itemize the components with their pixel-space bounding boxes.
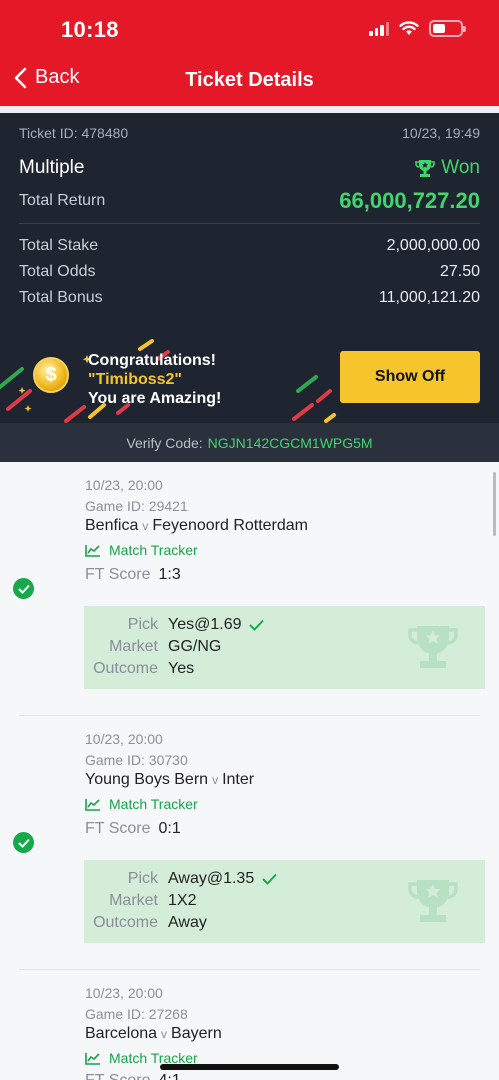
game-id: Game ID: 27268 [85, 1006, 188, 1022]
ft-score: FT Score 1:3 [85, 566, 181, 584]
games-list: 10/23, 20:00 Game ID: 29421 Benfica v Feye… [0, 462, 499, 1080]
trophy-watermark-icon [408, 880, 458, 922]
market-label: Market [109, 892, 158, 909]
divider [19, 223, 480, 224]
trophy-icon [415, 159, 436, 177]
away-team: Feyenoord Rotterdam [152, 517, 309, 534]
page-title: Ticket Details [185, 69, 314, 91]
outcome-value: Away [168, 914, 207, 931]
won-badge: Won [415, 157, 480, 179]
total-odds-value: 27.50 [439, 263, 480, 280]
game-teams: Young Boys Bern v Inter [85, 771, 254, 789]
bet-type: Multiple [19, 157, 85, 178]
home-indicator[interactable] [160, 1064, 339, 1070]
total-return-label: Total Return [19, 192, 106, 209]
game-item: 10/23, 20:00 Game ID: 30730 Young Boys B… [0, 716, 499, 970]
win-check-icon [13, 578, 34, 599]
show-off-button[interactable]: Show Off [340, 351, 480, 403]
game-date: 10/23, 20:00 [85, 477, 163, 493]
outcome-label: Outcome [93, 914, 158, 931]
total-bonus-value: 11,000,121.20 [378, 289, 480, 306]
away-team: Bayern [171, 1025, 222, 1042]
ticket-id: Ticket ID: 478480 [19, 125, 129, 141]
chart-line-icon [85, 544, 100, 557]
total-stake-value: 2,000,000.00 [386, 237, 480, 254]
market-value: GG/NG [168, 638, 222, 655]
total-return-value: 66,000,727.20 [339, 188, 480, 213]
congrats-text: Congratulations! "Timiboss2" You are Ama… [88, 351, 221, 408]
ft-score-label: FT Score [85, 820, 151, 837]
congrats-username: "Timiboss2" [88, 371, 183, 388]
total-odds-label: Total Odds [19, 263, 96, 280]
top-bar: 10:18 Back Ticket Details [0, 0, 499, 106]
ft-score-value: 1:3 [158, 566, 181, 583]
ticket-datetime: 10/23, 19:49 [402, 125, 480, 141]
verify-label: Verify Code: [126, 434, 203, 451]
market-value: 1X2 [168, 892, 197, 909]
coin-symbol: $ [45, 363, 57, 386]
pick-value: Away@1.35 [168, 870, 255, 887]
versus-label: v [161, 1027, 168, 1041]
home-team: Benfica [85, 517, 139, 534]
wifi-icon [399, 21, 419, 35]
versus-label: v [212, 773, 219, 787]
verify-code-bar: Verify Code: NGJN142CGCM1WPG5M [0, 423, 499, 462]
coin-icon: $ [33, 357, 69, 393]
pick-details: Pick Yes@1.69 Market GG/NG Outcome Yes [84, 606, 485, 689]
outcome-value: Yes [168, 660, 195, 677]
scrollbar[interactable] [493, 472, 496, 536]
status-icons [369, 20, 466, 37]
total-bonus-label: Total Bonus [19, 289, 103, 306]
away-team: Inter [222, 771, 255, 788]
home-team: Barcelona [85, 1025, 158, 1042]
ticket-summary-card: Ticket ID: 478480 10/23, 19:49 Multiple … [0, 113, 499, 462]
ft-score: FT Score 0:1 [85, 820, 181, 838]
congrats-banner: $ Congratulations! "Timiboss2" You are A… [0, 335, 499, 423]
status-time: 10:18 [61, 17, 119, 42]
ft-score-label: FT Score [85, 566, 151, 583]
total-stake-label: Total Stake [19, 237, 99, 254]
pick-label: Pick [127, 870, 158, 887]
outcome-label: Outcome [93, 660, 158, 677]
game-teams: Barcelona v Bayern [85, 1025, 222, 1043]
cellular-signal-icon [369, 21, 389, 36]
game-item: 10/23, 20:00 Game ID: 29421 Benfica v Feye… [0, 462, 499, 716]
versus-label: v [142, 519, 149, 533]
pick-details: Pick Away@1.35 Market 1X2 Outcome Away [84, 860, 485, 943]
market-label: Market [109, 638, 158, 655]
match-tracker-label: Match Tracker [109, 796, 198, 812]
check-icon [249, 619, 265, 631]
congrats-line-3: You are Amazing! [88, 390, 222, 407]
status-label: Won [441, 157, 480, 178]
verify-code[interactable]: NGJN142CGCM1WPG5M [208, 435, 373, 451]
game-id: Game ID: 29421 [85, 498, 188, 514]
home-team: Young Boys Bern [85, 771, 209, 788]
win-check-icon [13, 832, 34, 853]
chart-line-icon [85, 798, 100, 811]
congrats-line-1: Congratulations! [88, 352, 216, 369]
game-date: 10/23, 20:00 [85, 731, 163, 747]
check-icon [262, 873, 277, 885]
chart-line-icon [85, 1052, 100, 1065]
pick-label: Pick [127, 616, 158, 633]
game-date: 10/23, 20:00 [85, 985, 163, 1001]
ft-score: FT Score 4:1 [85, 1072, 181, 1080]
battery-icon [429, 20, 466, 37]
ft-score-value: 0:1 [158, 820, 181, 837]
trophy-watermark-icon [408, 626, 458, 668]
match-tracker-link[interactable]: Match Tracker [85, 542, 198, 558]
game-teams: Benfica v Feyenoord Rotterdam [85, 517, 308, 535]
match-tracker-label: Match Tracker [109, 542, 198, 558]
ft-score-label: FT Score [85, 1072, 151, 1080]
ft-score-value: 4:1 [159, 1072, 181, 1080]
game-id: Game ID: 30730 [85, 752, 188, 768]
pick-value: Yes@1.69 [168, 616, 242, 633]
match-tracker-link[interactable]: Match Tracker [85, 796, 198, 812]
